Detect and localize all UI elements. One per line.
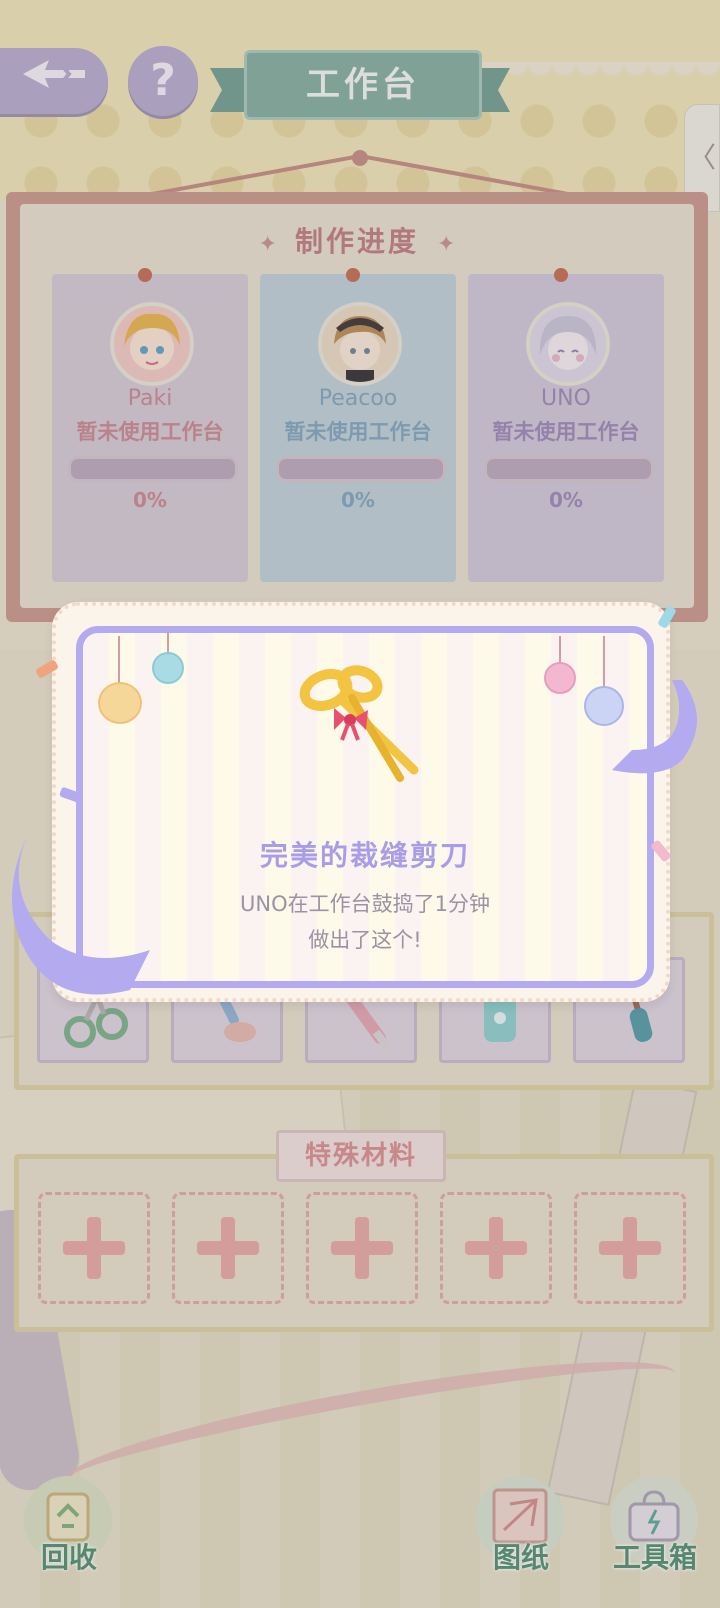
hanging-ornament-icon (584, 636, 624, 726)
purple-ribbon-decoration (612, 680, 697, 774)
hanging-ornament-icon (544, 636, 576, 696)
hanging-ornament-icon (152, 632, 184, 692)
crafting-message: UNO在工作台鼓捣了1分钟 (240, 892, 490, 916)
golden-scissors-icon (290, 660, 430, 800)
crafted-item-name: 完美的裁缝剪刀 (259, 839, 470, 872)
crafting-result-message: 做出了这个! (308, 928, 422, 952)
crafted-item-description: UNO在工作台鼓捣了1分钟 做出了这个! (76, 886, 654, 958)
hanging-ornament-icon (98, 636, 142, 726)
